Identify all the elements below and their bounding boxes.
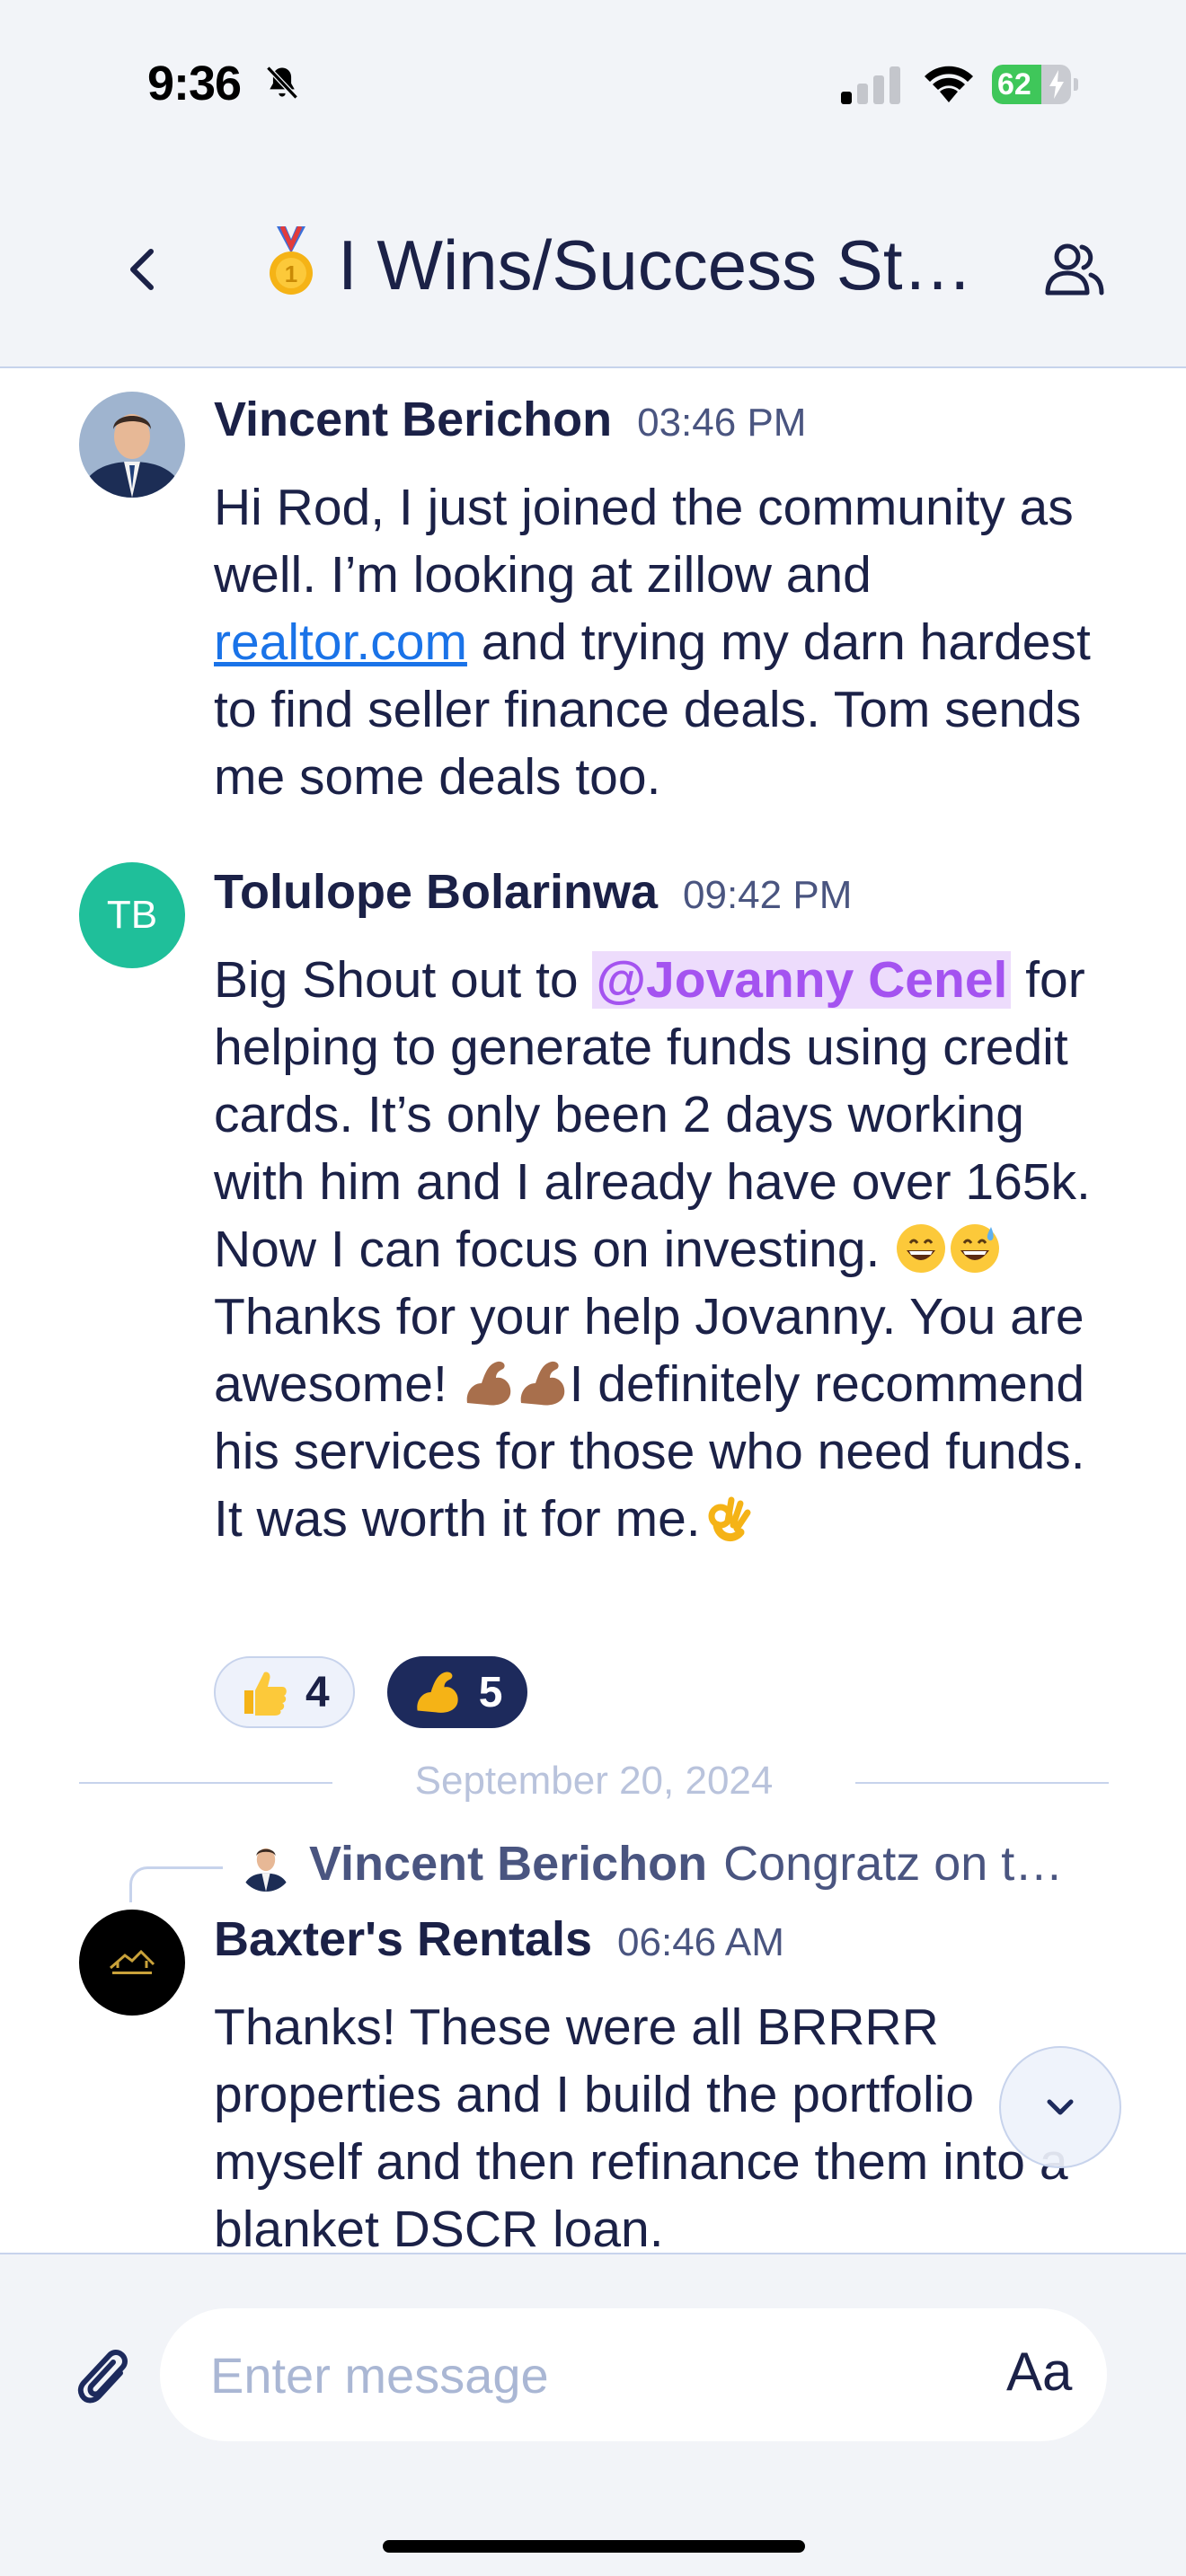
- message-timestamp: 03:46 PM: [637, 401, 807, 445]
- medal-icon: 1: [270, 226, 313, 295]
- reaction-count: 4: [305, 1668, 330, 1716]
- format-text-button[interactable]: Aa: [1006, 2341, 1072, 2403]
- message-sender[interactable]: Baxter's Rentals 06:46 AM: [214, 1911, 784, 1967]
- reply-sender-name: Vincent Berichon: [309, 1837, 708, 1891]
- reply-connector: [129, 1866, 223, 1902]
- date-label: September 20, 2024: [414, 1759, 774, 1803]
- channel-title[interactable]: 1 I Wins/Success St…: [261, 225, 973, 306]
- message-body: Thanks! These were all BRRRR properties …: [214, 1998, 1068, 2253]
- ok-hand-icon: [708, 1496, 751, 1542]
- message-link[interactable]: realtor.com: [214, 613, 467, 671]
- message-sender[interactable]: Vincent Berichon 03:46 PM: [214, 392, 806, 447]
- chat-screen: 9:36 62 1 I Wins/Success St… Vincent Ber…: [0, 0, 1186, 2576]
- wifi-icon: [925, 66, 973, 102]
- user-mention[interactable]: @Jovanny Cenel: [592, 951, 1012, 1009]
- message-timestamp: 06:46 AM: [617, 1920, 784, 1964]
- reaction-flexed-biceps[interactable]: 5: [386, 1656, 528, 1728]
- flexed-biceps-icon: [417, 1672, 458, 1713]
- date-divider: September 20, 2024: [79, 1755, 1109, 1809]
- message-field[interactable]: Aa: [160, 2308, 1107, 2441]
- battery-percentage: 62: [997, 67, 1031, 101]
- avatar: [239, 1838, 293, 1892]
- message-timestamp: 09:42 PM: [683, 873, 853, 917]
- message-input[interactable]: [210, 2308, 947, 2441]
- reaction-bar: 4 5: [214, 1656, 528, 1728]
- grinning-face-icon: [897, 1224, 946, 1273]
- paperclip-icon[interactable]: [74, 2344, 137, 2416]
- message-text: Big Shout out to: [214, 951, 593, 1009]
- reply-snippet: Congratz on t…: [723, 1837, 1064, 1891]
- thumbs-up-icon: [244, 1672, 287, 1716]
- people-icon[interactable]: [1039, 234, 1111, 305]
- svg-text:1: 1: [285, 260, 297, 287]
- message-text: Hi Rod, I just joined the community as w…: [214, 479, 1074, 604]
- home-indicator: [383, 2540, 805, 2553]
- avatar[interactable]: TB: [79, 862, 185, 968]
- message-composer: Aa: [0, 2253, 1186, 2576]
- house-logo-icon: [110, 1949, 155, 1974]
- reaction-count: 5: [478, 1668, 503, 1716]
- reply-sender: Vincent Berichon Congratz on t…: [309, 1836, 1063, 1892]
- sender-name: Tolulope Bolarinwa: [214, 865, 659, 919]
- message-list[interactable]: Vincent Berichon 03:46 PM Hi Rod, I just …: [0, 370, 1186, 2253]
- battery-charging-icon: 62: [992, 65, 1078, 104]
- avatar[interactable]: [79, 392, 185, 498]
- avatar[interactable]: [79, 1910, 185, 2016]
- cellular-signal-icon: [841, 66, 900, 104]
- status-bar: 9:36 62: [0, 0, 1186, 180]
- channel-header: 1 I Wins/Success St…: [0, 180, 1186, 368]
- flexed-biceps-icon: [520, 1361, 564, 1406]
- channel-title-text: I Wins/Success St…: [338, 225, 973, 304]
- chevron-down-icon: [1047, 2099, 1074, 2115]
- grinning-sweat-icon: [951, 1224, 1000, 1273]
- message-body: Big Shout out to @Jovanny Cenel for help…: [214, 947, 1121, 1553]
- message-sender[interactable]: Tolulope Bolarinwa 09:42 PM: [214, 864, 852, 920]
- sender-name: Vincent Berichon: [214, 393, 613, 446]
- reaction-thumbs-up[interactable]: 4: [214, 1656, 355, 1728]
- message-body: Hi Rod, I just joined the community as w…: [214, 474, 1121, 811]
- flexed-biceps-icon: [466, 1361, 510, 1406]
- status-time: 9:36: [147, 57, 242, 110]
- bell-slash-icon: [266, 66, 298, 100]
- sender-name: Baxter's Rentals: [214, 1912, 593, 1966]
- scroll-to-bottom-button[interactable]: [999, 2046, 1121, 2168]
- chevron-left-icon[interactable]: [108, 234, 180, 305]
- reply-preview[interactable]: Vincent Berichon Congratz on t…: [129, 1832, 1118, 1902]
